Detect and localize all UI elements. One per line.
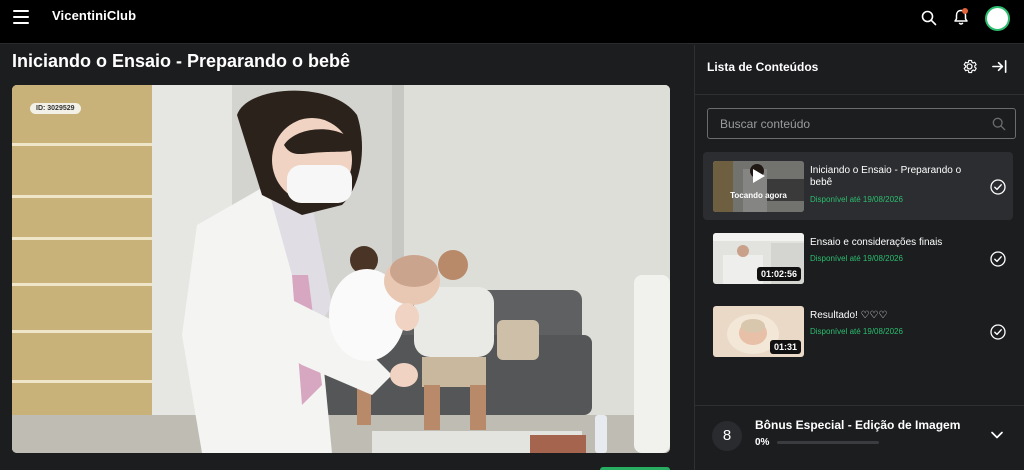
- page-title: Iniciando o Ensaio - Preparando o bebê: [12, 51, 351, 71]
- check-circle-icon[interactable]: [990, 251, 1006, 267]
- search-input[interactable]: [708, 109, 978, 138]
- video-player[interactable]: ID: 3029529: [12, 85, 670, 453]
- chevron-down-icon[interactable]: [989, 427, 1005, 443]
- item-availability: Disponível até 19/08/2026: [810, 195, 903, 204]
- avatar[interactable]: [985, 6, 1010, 31]
- list-item[interactable]: 01:02:56 Ensaio e considerações finais D…: [703, 224, 1013, 292]
- notification-dot: [962, 8, 968, 14]
- search-icon[interactable]: [921, 10, 937, 26]
- item-title: Resultado! ♡♡♡: [810, 310, 888, 321]
- now-playing-badge: Tocando agora: [730, 191, 787, 200]
- gear-icon[interactable]: [961, 58, 978, 75]
- exit-icon[interactable]: [991, 58, 1008, 75]
- duration-badge: 01:02:56: [756, 267, 801, 281]
- item-title: Iniciando o Ensaio - Preparando o bebê: [810, 165, 962, 188]
- thumbnail: 01:02:56: [713, 233, 804, 284]
- video-id-label: ID: 3029529: [30, 103, 81, 114]
- item-title: Ensaio e considerações finais: [810, 237, 943, 248]
- bonus-module[interactable]: 8 Bônus Especial - Edição de Imagem 0%: [695, 405, 1024, 470]
- hamburger-icon[interactable]: [13, 10, 29, 24]
- content-list-panel: Lista de Conteúdos Tocando agora Inician…: [694, 45, 1024, 470]
- check-circle-icon[interactable]: [990, 179, 1006, 195]
- search-field: [707, 108, 1016, 139]
- module-number: 8: [712, 421, 742, 451]
- main-content: Iniciando o Ensaio - Preparando o bebê I…: [0, 45, 694, 470]
- module-progress-bar: [777, 441, 879, 444]
- play-icon: [753, 169, 765, 183]
- list-item[interactable]: Tocando agora Iniciando o Ensaio - Prepa…: [703, 152, 1013, 220]
- panel-header: Lista de Conteúdos: [695, 45, 1024, 95]
- duration-badge: 01:31: [769, 340, 801, 354]
- list-item[interactable]: 01:31 Resultado! ♡♡♡ Disponível até 19/0…: [703, 297, 1013, 365]
- item-availability: Disponível até 19/08/2026: [810, 254, 903, 263]
- item-availability: Disponível até 19/08/2026: [810, 327, 903, 336]
- thumbnail: 01:31: [713, 306, 804, 357]
- module-progress-label: 0%: [755, 437, 770, 448]
- module-title: Bônus Especial - Edição de Imagem: [755, 418, 961, 432]
- panel-title: Lista de Conteúdos: [707, 60, 819, 74]
- video-frame: [12, 85, 670, 453]
- check-circle-icon[interactable]: [990, 324, 1006, 340]
- search-icon[interactable]: [992, 117, 1006, 131]
- top-bar: VicentiniClub: [0, 0, 1024, 44]
- thumbnail: Tocando agora: [713, 161, 804, 212]
- brand-logo[interactable]: VicentiniClub: [52, 8, 136, 23]
